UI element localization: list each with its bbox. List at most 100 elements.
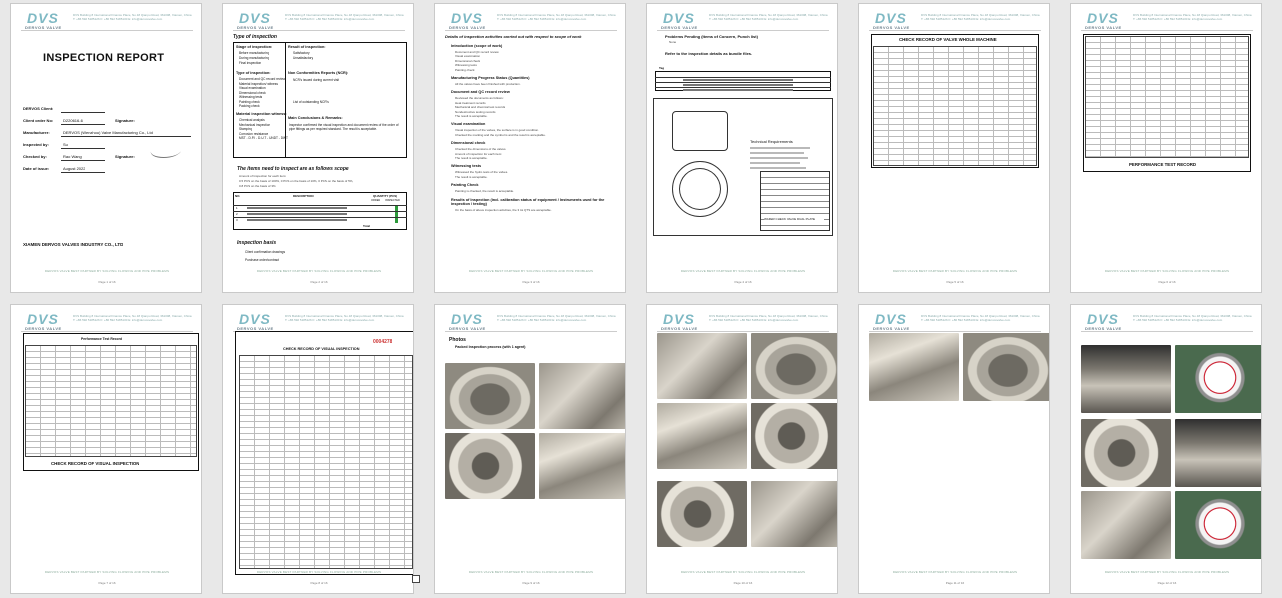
report-title: INSPECTION REPORT [43, 52, 165, 64]
logo: DVS [663, 311, 695, 327]
header-address: DVS Building 8 International Finance Pla… [709, 13, 831, 21]
page-3[interactable]: DVS DERVOS VALVE DVS Building 8 Internatio… [434, 3, 626, 293]
tag-row-line [655, 82, 831, 83]
text-line [750, 147, 810, 149]
document-viewer: ✥ DVSDERVOS VALVEDVS Building 8 Internat… [0, 0, 1282, 598]
page-1[interactable]: DVS DERVOS VALVE DVS Building 8 Internatio… [10, 3, 202, 293]
tag-table [655, 71, 831, 91]
page-2[interactable]: DVS DERVOS VALVE DVS Building 8 Internatio… [222, 3, 414, 293]
table-row-number: 2 [236, 212, 238, 216]
section-line: Witnessed the hydro tests of the valves. [455, 170, 509, 175]
footer-slogan: DERVOS VALVE BEST PARTNER BY SOLVING FLO… [680, 269, 806, 273]
stage-title: Stage of inspection: [236, 45, 273, 49]
footer-slogan: DERVOS VALVE BEST PARTNER BY SOLVING FLO… [892, 269, 1018, 273]
stage-item: Final inspection [239, 61, 262, 65]
page-6[interactable]: DVS DERVOS VALVE DVS Building 8 Internatio… [1070, 3, 1262, 293]
measurement-photo [751, 403, 837, 469]
drawing-section-view [672, 111, 728, 151]
header-address: DVS Building 8 International Finance Pla… [73, 13, 195, 21]
field-value: DERVOS (Wenzhou) Valve Manufacturing Co.… [63, 130, 153, 135]
conclusion-text: Inspector confirmed the visual inspectio… [289, 123, 399, 132]
table-row-number: 3 [236, 218, 238, 222]
basis-title: Inspection basis [237, 240, 277, 246]
page-header: DVS DERVOS VALVE DVS Building 8 Internatio… [869, 311, 1041, 333]
drawing-notes-title: Technical Requirements [750, 139, 793, 144]
scope-line: 0.8 PCS on the basis of 3% [239, 184, 276, 188]
header-address: DVS Building 8 International Finance Pla… [285, 314, 407, 322]
page-number: Page 10 of 16 [733, 581, 753, 585]
header-address: DVS Building 8 International Finance Pla… [1133, 13, 1255, 21]
table-row-line [233, 211, 407, 212]
header-address: DVS Building 8 International Finance Pla… [73, 314, 195, 322]
header-address: DVS Building 8 International Finance Pla… [921, 13, 1043, 21]
section-line: All the valves have been finished with p… [455, 82, 521, 86]
section-line: Checked the marking and the symbol is an… [455, 132, 546, 137]
material-item: Mechanical inspection [239, 122, 271, 127]
header-rule [233, 30, 405, 31]
section-line: On the basis of above inspection activit… [455, 207, 552, 212]
contact-line: T: +86 592 5185126 F: +86 592 5185130 E:… [921, 17, 1011, 21]
page-10[interactable]: DVS DERVOS VALVE DVS Building 8 Internatio… [646, 304, 838, 594]
type-item: Dimensional check [239, 90, 266, 95]
material-item: Chemical analysis [239, 118, 265, 122]
logo: DVS [875, 10, 907, 26]
test-photo [1081, 491, 1171, 559]
section-line: Visual examination [455, 54, 481, 59]
scope-line: Amount of Inspection for each item: [239, 174, 287, 178]
signature-label: Signature: [115, 154, 135, 159]
footer-slogan: DERVOS VALVE BEST PARTNER BY SOLVING FLO… [1104, 570, 1230, 574]
result-item: Satisfactory [293, 51, 310, 55]
field-underline [61, 136, 191, 137]
page-9[interactable]: DVS DERVOS VALVE DVS Building 8 Internatio… [434, 304, 626, 594]
page-8[interactable]: DVS DERVOS VALVE DVS Building 8 Internatio… [222, 304, 414, 594]
field-underline [61, 160, 105, 161]
drawing-label: WAFER CHECK VALVE DUAL PLATE [764, 217, 824, 221]
tag-row-text [683, 84, 793, 86]
page-5[interactable]: DVS DERVOS VALVE DVS Building 8 Internatio… [858, 3, 1050, 293]
footer-slogan: DERVOS VALVE BEST PARTNER BY SOLVING FLO… [44, 269, 170, 273]
section-title: Introduction (scope of work) [451, 44, 503, 48]
logo: DVS [451, 10, 483, 26]
header-rule [445, 30, 617, 31]
contact-line: T: +86 592 5185126 F: +86 592 5185130 E:… [709, 17, 799, 21]
page-12[interactable]: DVS DERVOS VALVE DVS Building 8 Internatio… [1070, 304, 1262, 594]
section-line: Witnessing tests [455, 63, 477, 68]
page-footer: DERVOS VALVE BEST PARTNER BY SOLVING FLO… [657, 570, 829, 585]
performance-sheet-scan [1085, 36, 1249, 158]
section-line: Painting check [455, 67, 475, 72]
text-line [750, 157, 808, 159]
page-header: DVS DERVOS VALVE DVS Building 8 Internatio… [657, 10, 829, 32]
footer-slogan: DERVOS VALVE BEST PARTNER BY SOLVING FLO… [892, 570, 1018, 574]
text-line [750, 167, 806, 169]
measurement-photo [751, 481, 837, 547]
table-subheader: ORDER [371, 199, 381, 202]
contact-line: T: +86 592 5185126 F: +86 592 5185130 E:… [1133, 318, 1223, 322]
page-header: DVS DERVOS VALVE DVS Building 8 Internatio… [445, 311, 617, 333]
pressure-gauge-photo [1175, 345, 1261, 413]
contact-line: T: +86 592 5185126 F: +86 592 5185130 E:… [709, 318, 799, 322]
sheet-title: CHECK RECORD OF VISUAL INSPECTION [283, 347, 360, 351]
tag-row-line [655, 77, 831, 78]
header-rule [1081, 30, 1253, 31]
contact-line: T: +86 592 5185126 F: +86 592 5185130 E:… [921, 318, 1011, 322]
type-item: Material inspection/ witness [239, 81, 278, 86]
page-7[interactable]: DVS DERVOS VALVE DVS Building 8 Internatio… [10, 304, 202, 594]
page-11[interactable]: DVS DERVOS VALVE DVS Building 8 Internatio… [858, 304, 1050, 594]
section-line: Dimensional check [455, 58, 481, 63]
valve-photo [869, 333, 959, 401]
field-value: Rao Wang [63, 154, 82, 159]
tag-row-line [655, 87, 831, 88]
page-footer: DERVOS VALVE BEST PARTNER BY SOLVING FLO… [1081, 570, 1253, 585]
page-header: DVS DERVOS VALVE DVS Building 8 Internatio… [1081, 311, 1253, 333]
page-4[interactable]: DVS DERVOS VALVE DVS Building 8 Internatio… [646, 3, 838, 293]
field-underline [61, 148, 105, 149]
field-label: Date of issue: [23, 166, 50, 171]
logo: DVS [1087, 10, 1119, 26]
text-line [750, 162, 800, 164]
header-address: DVS Building 8 International Finance Pla… [285, 13, 407, 21]
resize-handle[interactable] [412, 575, 420, 583]
header-rule [445, 331, 617, 332]
field-value: August 2022 [63, 166, 86, 171]
section-title: Document and QC record review [451, 90, 510, 95]
header-rule [21, 331, 193, 332]
